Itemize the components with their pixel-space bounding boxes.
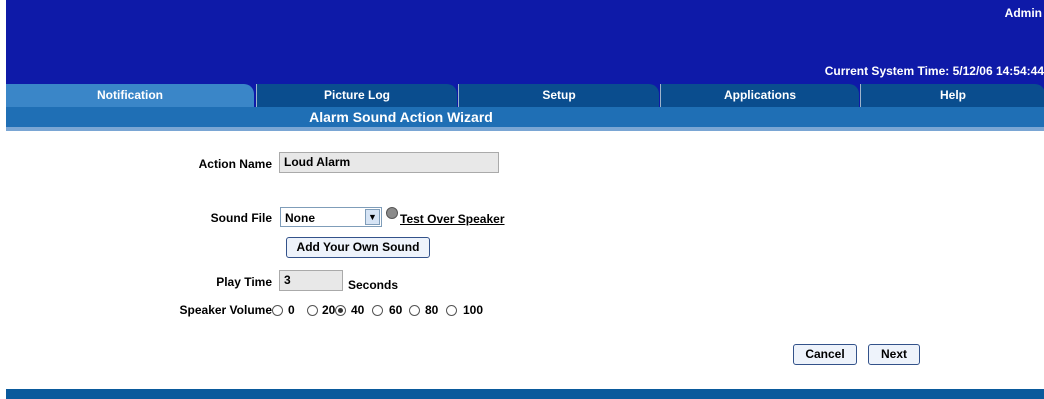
wizard-divider [6, 127, 1044, 131]
play-time-unit: Seconds [348, 278, 399, 292]
tab-label: Picture Log [323, 88, 390, 102]
action-name-label: Action Name [198, 157, 272, 171]
footer-bar [6, 389, 1044, 399]
tab-label: Notification [97, 88, 163, 102]
tab-label: Help [939, 88, 966, 102]
tab-help[interactable]: Help [860, 84, 1044, 107]
wizard-title: Alarm Sound Action Wizard [309, 109, 493, 125]
sound-file-select[interactable]: None ▼ [280, 207, 382, 227]
app-header: Admin Current System Time: 5/12/06 14:54… [6, 0, 1044, 78]
cancel-button[interactable]: Cancel [793, 344, 857, 365]
tab-label: Setup [542, 88, 576, 102]
sound-file-value: None [285, 211, 315, 225]
wizard-title-bar: Alarm Sound Action Wizard [6, 107, 1044, 127]
next-button[interactable]: Next [868, 344, 920, 365]
volume-option-label: 60 [389, 303, 403, 317]
action-name-value: Loud Alarm [284, 155, 351, 169]
volume-option-label: 0 [288, 303, 295, 317]
speaker-volume-label: Speaker Volume [179, 303, 272, 317]
volume-option-label: 80 [425, 303, 439, 317]
add-own-sound-button[interactable]: Add Your Own Sound [286, 237, 430, 258]
tab-applications[interactable]: Applications [660, 84, 859, 107]
volume-radio-100[interactable] [446, 305, 457, 316]
volume-option-label: 40 [351, 303, 365, 317]
tab-picture-log[interactable]: Picture Log [256, 84, 457, 107]
tab-notification[interactable]: Notification [6, 84, 254, 107]
tab-label: Applications [723, 88, 796, 102]
play-time-input[interactable]: 3 [279, 270, 343, 291]
sound-file-label: Sound File [210, 211, 272, 225]
play-time-value: 3 [284, 273, 291, 287]
volume-radio-60[interactable] [372, 305, 383, 316]
volume-radio-0[interactable] [272, 305, 283, 316]
volume-radio-40[interactable] [335, 305, 346, 316]
volume-option-label: 20 [322, 303, 336, 317]
play-time-label: Play Time [216, 275, 272, 289]
user-name: Admin [1004, 6, 1042, 20]
chevron-down-icon[interactable]: ▼ [365, 209, 380, 225]
volume-radio-80[interactable] [409, 305, 420, 316]
volume-radio-20[interactable] [307, 305, 318, 316]
speaker-icon [386, 207, 398, 219]
system-time: Current System Time: 5/12/06 14:54:44 [824, 64, 1044, 78]
tab-bar: Notification Picture Log Setup Applicati… [6, 78, 1044, 107]
test-over-speaker-link[interactable]: Test Over Speaker [400, 212, 505, 226]
action-name-input[interactable]: Loud Alarm [279, 152, 499, 173]
tab-setup[interactable]: Setup [458, 84, 659, 107]
volume-option-label: 100 [463, 303, 484, 317]
